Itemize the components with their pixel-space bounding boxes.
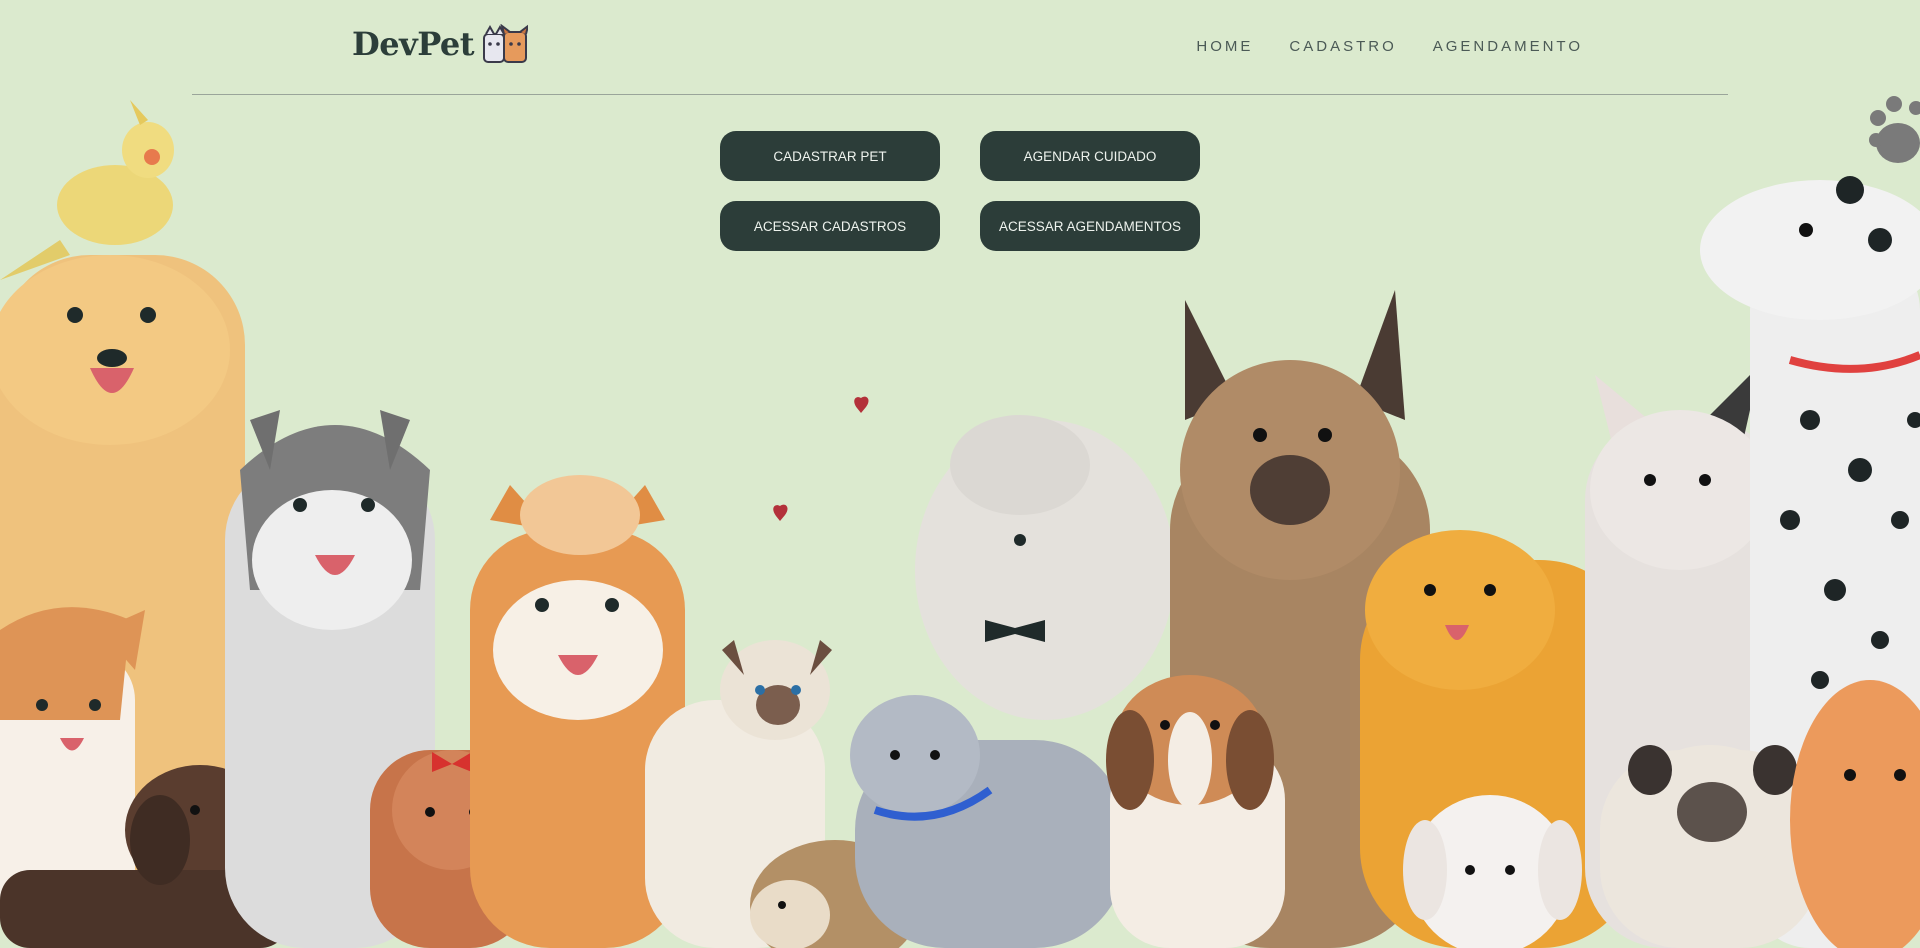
action-buttons: CADASTRAR PET AGENDAR CUIDADO ACESSAR CA…: [720, 131, 1200, 251]
header-divider: [192, 94, 1728, 95]
shiba-inu-dog: [470, 475, 685, 948]
hedgehog: [750, 840, 920, 948]
nav-home[interactable]: HOME: [1196, 38, 1253, 55]
paw-print-icon: [1869, 96, 1920, 163]
golden-retriever-puppy: [1360, 530, 1640, 948]
yorkshire-dog: [370, 750, 530, 948]
schedule-care-button[interactable]: AGENDAR CUIDADO: [980, 131, 1200, 181]
golden-retriever-dog: [0, 255, 245, 948]
beagle-dog: [1106, 675, 1285, 948]
logo[interactable]: DevPet: [352, 24, 529, 64]
access-registrations-button[interactable]: ACESSAR CADASTROS: [720, 201, 940, 251]
husky-dog: [225, 410, 435, 948]
cockatiel-bird: [0, 100, 174, 280]
dachshund-dog: [0, 765, 295, 948]
cat-and-dog-icon: [483, 24, 529, 63]
rabbit: [1403, 795, 1582, 948]
access-schedules-button[interactable]: ACESSAR AGENDAMENTOS: [980, 201, 1200, 251]
site-header: DevPet HOME CADASTRO AGENDAMENTO: [0, 0, 1920, 95]
dalmatian-dog: [1700, 176, 1920, 948]
grey-cat: [850, 695, 1125, 948]
corgi-dog: [0, 607, 145, 948]
heart-icon: [773, 504, 788, 521]
pug-dog: [1600, 745, 1820, 948]
pomeranian-dog: [1790, 680, 1920, 948]
heart-icon: [854, 396, 869, 413]
german-shepherd-dog: [1170, 290, 1430, 948]
main-nav: HOME CADASTRO AGENDAMENTO: [1196, 38, 1583, 55]
register-pet-button[interactable]: CADASTRAR PET: [720, 131, 940, 181]
siamese-cat: [645, 640, 832, 948]
logo-text: DevPet: [352, 25, 475, 63]
poodle-dog: [915, 415, 1175, 720]
french-bulldog-dog: [1585, 365, 1785, 948]
nav-agendamento[interactable]: AGENDAMENTO: [1433, 38, 1583, 55]
nav-cadastro[interactable]: CADASTRO: [1289, 38, 1396, 55]
